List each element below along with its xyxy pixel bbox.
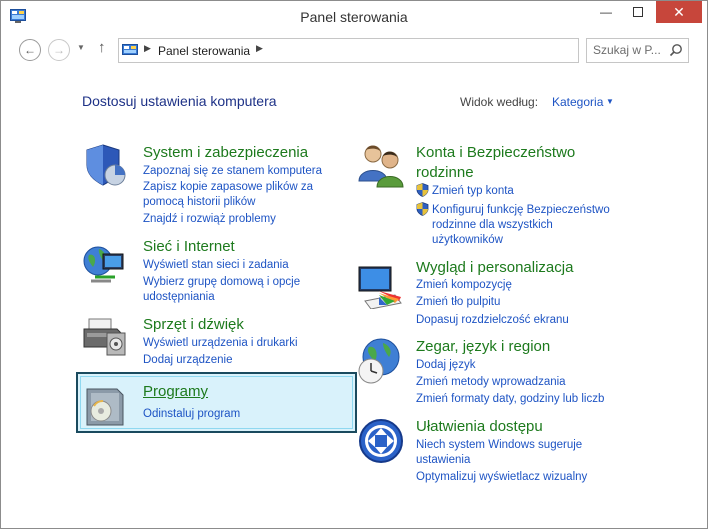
control-panel-icon	[122, 44, 138, 55]
link-troubleshoot[interactable]: Znajdź i rozwiąż problemy	[143, 212, 276, 227]
arrow-right-icon: →	[53, 43, 65, 57]
link-uninstall-program[interactable]: Odinstaluj program	[143, 407, 240, 422]
maximize-icon	[633, 7, 643, 17]
programs-box-icon[interactable]	[81, 381, 129, 429]
back-button[interactable]: ←	[19, 39, 41, 61]
navigation-bar: ← → ▼ ↑ ▶ Panel sterowania ▶ ▼ ↻	[1, 37, 707, 65]
link-devices-printers[interactable]: Wyświetl urządzenia i drukarki	[143, 336, 298, 351]
link-save-backup[interactable]: Zapisz kopie zapasowe plików za	[143, 180, 313, 195]
link-add-device[interactable]: Dodaj urządzenie	[143, 353, 233, 368]
category-title-accounts[interactable]: Konta i Bezpieczeństwo	[416, 142, 575, 163]
search-box[interactable]	[586, 38, 689, 63]
arrow-up-icon: ↑	[98, 39, 106, 56]
shield-icon[interactable]	[81, 141, 129, 189]
search-icon[interactable]	[669, 43, 683, 57]
link-review-status[interactable]: Zapoznaj się ze stanem komputera	[143, 164, 322, 179]
ease-of-access-icon[interactable]	[357, 417, 405, 465]
address-bar[interactable]: ▶ Panel sterowania ▶ ▼ ↻	[118, 38, 688, 63]
link-add-language[interactable]: Dodaj język	[416, 358, 475, 373]
control-panel-window: Panel sterowania — ✕ ← → ▼ ↑ ▶ Panel ste…	[0, 0, 708, 529]
globe-clock-icon[interactable]	[357, 337, 405, 385]
minimize-icon: —	[600, 5, 612, 19]
link-change-account-type[interactable]: Zmień typ konta	[432, 184, 514, 199]
link-let-windows-suggest[interactable]: Niech system Windows sugeruje	[416, 438, 582, 453]
chevron-down-icon: ▼	[77, 43, 85, 52]
category-title-appearance[interactable]: Wygląd i personalizacja	[416, 257, 573, 278]
uac-shield-icon	[416, 202, 429, 216]
category-title-network[interactable]: Sieć i Internet	[143, 236, 235, 257]
link-homegroup-line2[interactable]: udostępniania	[143, 290, 215, 305]
category-title-system-security[interactable]: System i zabezpieczenia	[143, 142, 308, 163]
category-title-ease-of-access[interactable]: Ułatwienia dostępu	[416, 416, 543, 437]
minimize-button[interactable]: —	[591, 1, 621, 23]
monitor-paint-icon[interactable]	[357, 261, 405, 309]
link-optimize-display[interactable]: Optymalizuj wyświetlacz wizualny	[416, 470, 587, 485]
uac-shield-icon	[416, 183, 429, 197]
category-title-hardware-sound[interactable]: Sprzęt i dźwięk	[143, 314, 244, 335]
category-title-programs[interactable]: Programy	[143, 381, 208, 402]
link-network-status[interactable]: Wyświetl stan sieci i zadania	[143, 258, 289, 273]
link-change-theme[interactable]: Zmień kompozycję	[416, 278, 512, 293]
link-family-safety-line3[interactable]: użytkowników	[432, 233, 503, 248]
category-title-accounts-line2[interactable]: rodzinne	[416, 162, 474, 183]
globe-network-icon[interactable]	[81, 241, 129, 289]
link-family-safety-line2[interactable]: rodzinne dla wszystkich	[432, 218, 553, 233]
link-let-windows-suggest-line2[interactable]: ustawienia	[416, 453, 470, 468]
link-screen-resolution[interactable]: Dopasuj rozdzielczość ekranu	[416, 313, 569, 328]
breadcrumb-separator-icon[interactable]: ▶	[256, 43, 263, 54]
printer-icon[interactable]	[81, 311, 129, 359]
close-button[interactable]: ✕	[656, 1, 702, 23]
title-bar: Panel sterowania — ✕	[1, 1, 707, 33]
forward-button[interactable]: →	[48, 39, 70, 61]
page-title: Dostosuj ustawienia komputera	[82, 93, 277, 109]
chevron-down-icon[interactable]: ▼	[606, 97, 614, 106]
link-change-background[interactable]: Zmień tło pulpitu	[416, 295, 500, 310]
link-date-formats[interactable]: Zmień formaty daty, godziny lub liczb	[416, 392, 604, 407]
link-homegroup[interactable]: Wybierz grupę domową i opcje	[143, 275, 300, 290]
link-save-backup-line2[interactable]: pomocą historii plików	[143, 195, 256, 210]
users-icon[interactable]	[357, 141, 405, 189]
link-family-safety[interactable]: Konfiguruj funkcję Bezpieczeństwo	[432, 203, 610, 218]
close-icon: ✕	[673, 3, 685, 20]
view-by-dropdown[interactable]: Kategoria	[552, 95, 603, 109]
breadcrumb-item[interactable]: Panel sterowania	[158, 44, 250, 58]
maximize-button[interactable]	[623, 1, 653, 23]
breadcrumb-separator-icon[interactable]: ▶	[144, 43, 151, 54]
view-by-label: Widok według:	[460, 95, 539, 109]
link-input-methods[interactable]: Zmień metody wprowadzania	[416, 375, 566, 390]
category-title-clock-region[interactable]: Zegar, język i region	[416, 336, 550, 357]
recent-locations-button[interactable]: ▼	[77, 43, 85, 52]
arrow-left-icon: ←	[24, 43, 36, 57]
search-input[interactable]	[593, 43, 665, 57]
up-button[interactable]: ↑	[98, 39, 106, 56]
